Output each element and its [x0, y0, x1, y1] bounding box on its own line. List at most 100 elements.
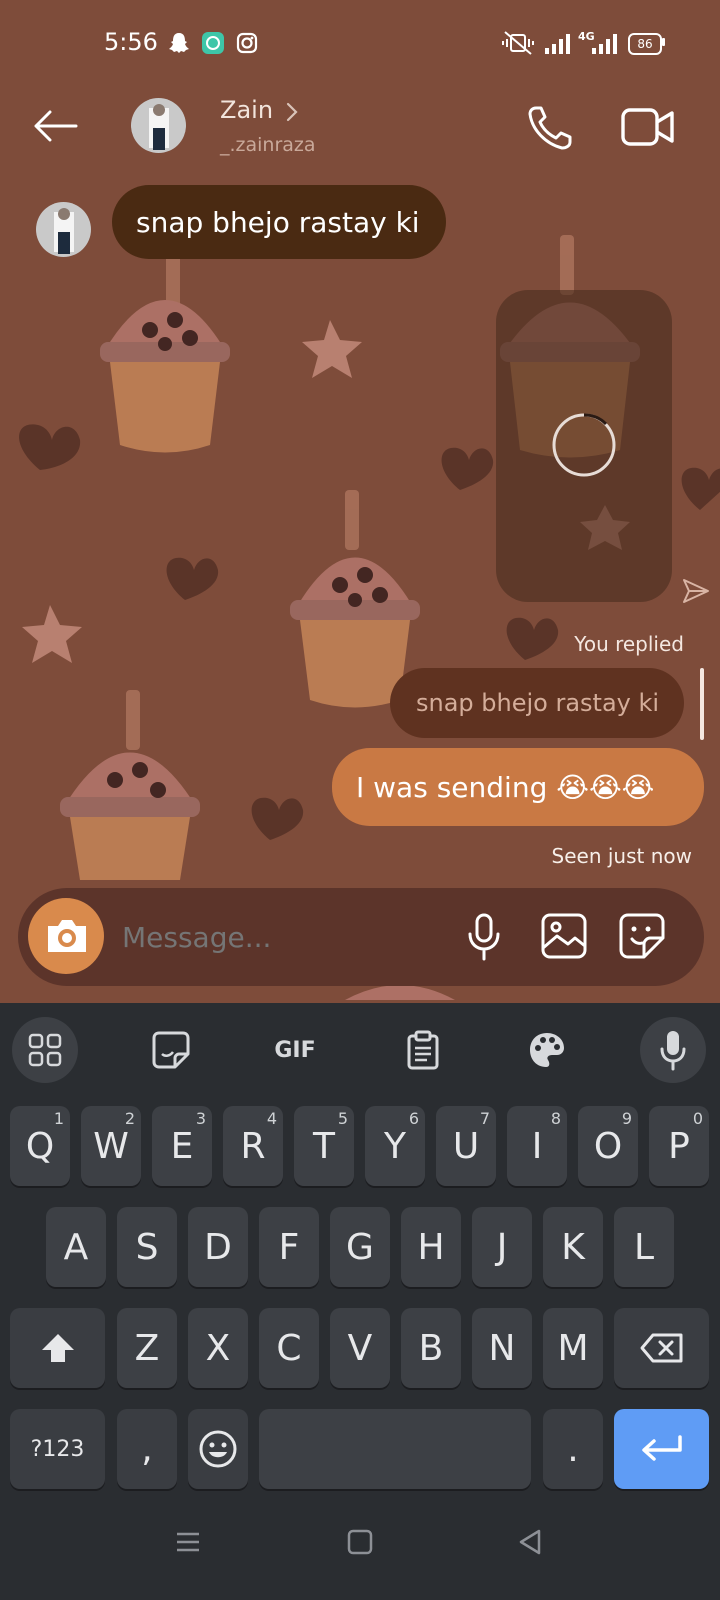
key-a[interactable]: A — [46, 1207, 106, 1287]
key-l[interactable]: L — [614, 1207, 674, 1287]
shift-key[interactable] — [10, 1308, 105, 1388]
chevron-right-icon[interactable] — [284, 101, 300, 123]
key-x[interactable]: X — [188, 1308, 248, 1388]
back-icon[interactable] — [516, 1528, 544, 1556]
instagram-icon — [236, 32, 258, 54]
incoming-message[interactable]: snap bhejo rastay ki — [112, 185, 446, 259]
seen-status: Seen just now — [551, 844, 692, 868]
boba-cup-decoration — [60, 690, 200, 880]
enter-key[interactable] — [614, 1409, 709, 1489]
vibrate-icon — [502, 31, 534, 55]
key-s[interactable]: S — [117, 1207, 177, 1287]
key-t[interactable]: T5 — [294, 1106, 354, 1186]
contact-username[interactable]: _.zainraza — [220, 134, 316, 156]
heart-decoration — [19, 424, 81, 470]
message-input[interactable] — [120, 914, 444, 960]
status-bar: 5:56 4G 86 — [0, 0, 720, 88]
sticker-button[interactable] — [138, 1017, 204, 1083]
star-decoration — [22, 605, 82, 663]
backspace-key[interactable] — [614, 1308, 709, 1388]
loading-spinner-icon — [552, 413, 616, 477]
palette-icon — [530, 1033, 564, 1067]
video-call-icon[interactable] — [620, 106, 676, 148]
period-key[interactable]: . — [543, 1409, 603, 1489]
shift-icon — [41, 1334, 74, 1362]
heart-decoration — [251, 797, 304, 840]
apps-icon — [28, 1033, 62, 1067]
microphone-icon[interactable] — [464, 912, 504, 962]
snapchat-icon — [169, 33, 189, 53]
contact-name[interactable]: Zain — [220, 96, 273, 124]
key-u[interactable]: U7 — [436, 1106, 496, 1186]
key-f[interactable]: F — [259, 1207, 319, 1287]
camera-button[interactable] — [28, 898, 104, 974]
key-g[interactable]: G — [330, 1207, 390, 1287]
key-c[interactable]: C — [259, 1308, 319, 1388]
message-composer — [18, 888, 704, 986]
key-v[interactable]: V — [330, 1308, 390, 1388]
sender-avatar[interactable] — [36, 202, 91, 257]
key-i[interactable]: I8 — [507, 1106, 567, 1186]
gallery-icon[interactable] — [540, 912, 588, 960]
emoji-key[interactable] — [188, 1409, 248, 1489]
voice-input-button[interactable] — [640, 1017, 706, 1083]
key-w[interactable]: W2 — [81, 1106, 141, 1186]
mic-icon — [660, 1031, 686, 1071]
menu-icon[interactable] — [174, 1528, 202, 1556]
key-z[interactable]: Z — [117, 1308, 177, 1388]
emoji-icon — [199, 1430, 237, 1468]
key-j[interactable]: J — [472, 1207, 532, 1287]
media-upload-placeholder[interactable] — [496, 290, 672, 602]
comma-key[interactable]: , — [117, 1409, 177, 1489]
heart-decoration — [166, 557, 219, 600]
send-arrow-icon[interactable] — [682, 578, 710, 604]
gif-button[interactable]: GIF — [262, 1017, 328, 1083]
status-time: 5:56 — [104, 28, 158, 56]
back-arrow-icon[interactable] — [30, 106, 80, 146]
incoming-message-text: snap bhejo rastay ki — [136, 205, 420, 239]
key-q[interactable]: Q1 — [10, 1106, 70, 1186]
theme-button[interactable] — [514, 1017, 580, 1083]
reply-indicator-bar — [700, 668, 704, 740]
battery-tip — [662, 38, 665, 46]
reply-quote-bubble[interactable]: snap bhejo rastay ki — [390, 668, 684, 738]
key-k[interactable]: K — [543, 1207, 603, 1287]
system-nav-bar — [0, 1488, 720, 1600]
battery-level: 86 — [637, 37, 653, 51]
apps-button[interactable] — [12, 1017, 78, 1083]
outgoing-message-text: I was sending 😭😭😭 — [356, 770, 655, 804]
key-o[interactable]: O9 — [578, 1106, 638, 1186]
gif-label: GIF — [274, 1037, 316, 1063]
outgoing-message[interactable]: I was sending 😭😭😭 — [332, 748, 704, 826]
backspace-icon — [640, 1333, 682, 1363]
sticker-icon — [152, 1031, 190, 1069]
key-e[interactable]: E3 — [152, 1106, 212, 1186]
key-y[interactable]: Y6 — [365, 1106, 425, 1186]
symbols-key[interactable]: ?123 — [10, 1409, 105, 1489]
key-n[interactable]: N — [472, 1308, 532, 1388]
camera-icon — [48, 920, 86, 952]
key-r[interactable]: R4 — [223, 1106, 283, 1186]
avatar[interactable] — [131, 98, 186, 153]
reply-quote-text: snap bhejo rastay ki — [416, 689, 660, 717]
replied-label: You replied — [574, 632, 684, 656]
phone-icon[interactable] — [526, 104, 574, 152]
key-d[interactable]: D — [188, 1207, 248, 1287]
home-icon[interactable] — [346, 1528, 374, 1556]
key-p[interactable]: P0 — [649, 1106, 709, 1186]
chat-background: 5:56 4G 86 Zain _.zainraza snap bhejo ra… — [0, 0, 720, 1003]
clipboard-button[interactable] — [390, 1017, 456, 1083]
enter-icon — [641, 1435, 682, 1461]
star-decoration — [302, 320, 362, 378]
boba-cup-decoration — [290, 490, 420, 708]
key-m[interactable]: M — [543, 1308, 603, 1388]
clipboard-icon — [407, 1030, 439, 1070]
key-b[interactable]: B — [401, 1308, 461, 1388]
signal-icon — [545, 34, 570, 54]
key-h[interactable]: H — [401, 1207, 461, 1287]
boba-cup-decoration — [345, 985, 455, 1000]
space-key[interactable] — [259, 1409, 531, 1489]
heart-decoration — [681, 467, 720, 510]
sticker-icon[interactable] — [618, 912, 666, 960]
heart-decoration — [506, 617, 559, 660]
